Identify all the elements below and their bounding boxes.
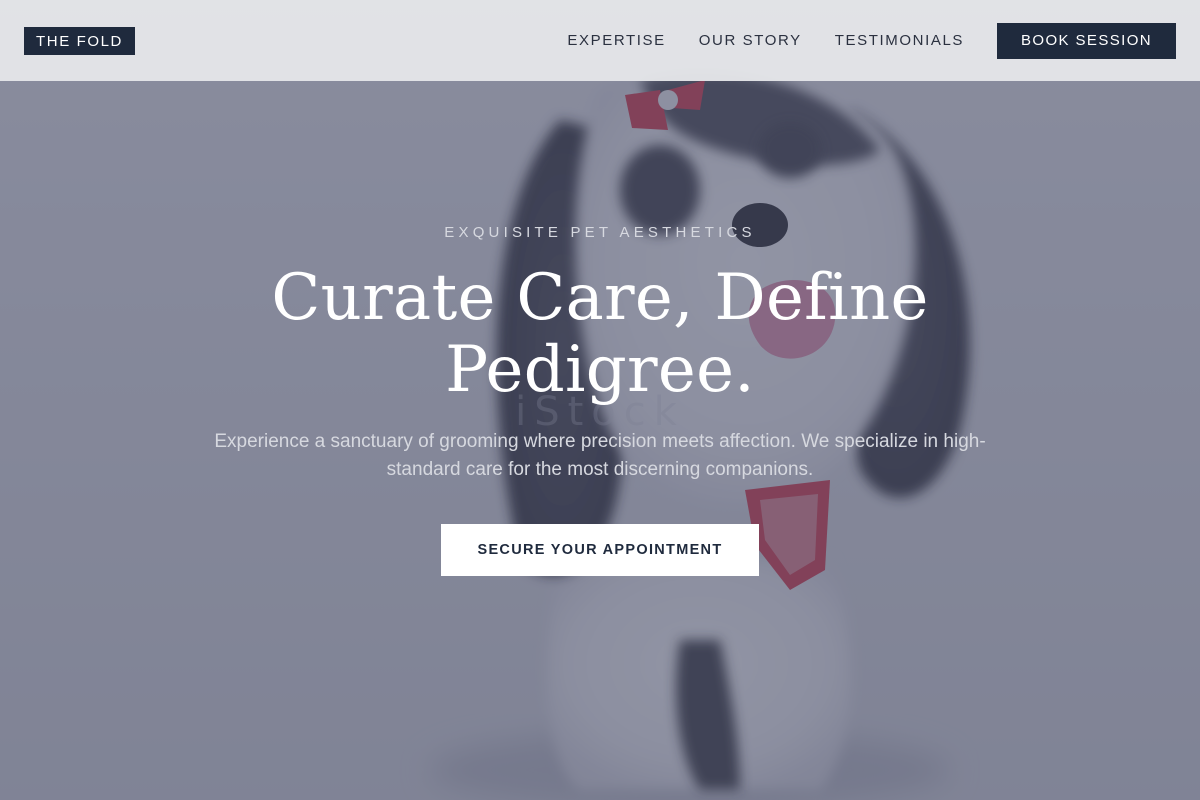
secure-appointment-button[interactable]: SECURE YOUR APPOINTMENT: [441, 524, 759, 576]
site-header: THE FOLD EXPERTISE OUR STORY TESTIMONIAL…: [0, 0, 1200, 81]
logo[interactable]: THE FOLD: [24, 26, 135, 55]
nav-link-expertise[interactable]: EXPERTISE: [567, 32, 665, 49]
nav-link-our-story[interactable]: OUR STORY: [699, 32, 802, 49]
hero-headline: Curate Care, Define Pedigree.: [271, 261, 929, 407]
nav-link-testimonials[interactable]: TESTIMONIALS: [835, 32, 964, 49]
hero-section: EXQUISITE PET AESTHETICS Curate Care, De…: [0, 0, 1200, 800]
hero-subtitle: Experience a sanctuary of grooming where…: [214, 431, 986, 480]
hero-eyebrow: EXQUISITE PET AESTHETICS: [444, 224, 756, 241]
book-session-button[interactable]: BOOK SESSION: [997, 22, 1176, 59]
main-nav: EXPERTISE OUR STORY TESTIMONIALS BOOK SE…: [567, 22, 1176, 59]
